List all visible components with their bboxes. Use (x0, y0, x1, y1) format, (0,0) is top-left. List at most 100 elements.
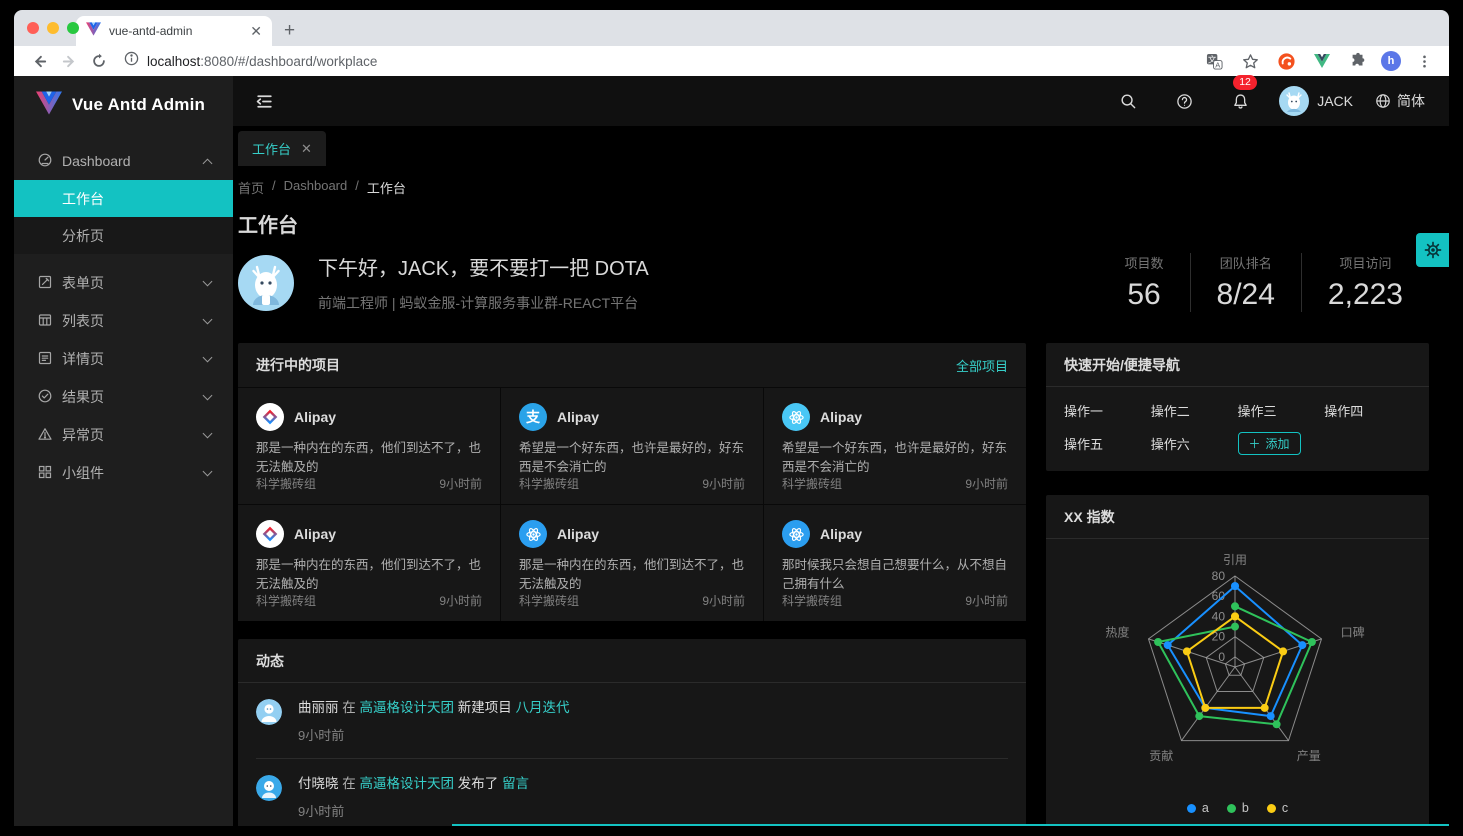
activities-panel: 动态 曲丽丽 在 高逼格设计天团 新建项目 (238, 639, 1026, 826)
block-icon (38, 465, 52, 482)
browser-tab[interactable]: vue-antd-admin ✕ (76, 16, 272, 46)
project-group[interactable]: 科学搬砖组 (256, 475, 316, 492)
forward-icon[interactable] (56, 49, 82, 73)
all-projects-link[interactable]: 全部项目 (956, 356, 1008, 375)
activity-group-link[interactable]: 高逼格设计天团 (360, 700, 455, 715)
user-menu[interactable]: JACK (1279, 86, 1353, 116)
quick-op-3[interactable]: 操作三 (1238, 401, 1325, 420)
sidebar-item-analysis[interactable]: 分析页 (14, 217, 233, 254)
dashboard-submenu: 工作台 分析页 (14, 180, 233, 254)
chevron-down-icon (203, 429, 213, 439)
language-switcher[interactable]: 简体 (1375, 91, 1425, 111)
menu-fold-icon[interactable] (247, 84, 281, 118)
browser-window: vue-antd-admin ✕ + localhost:8080/#/dash… (14, 10, 1449, 826)
sidebar-item-widgets[interactable]: 小组件 (14, 454, 233, 492)
close-window-button[interactable] (27, 22, 39, 34)
project-time: 9小时前 (702, 592, 745, 609)
extension-orange-icon[interactable] (1273, 49, 1299, 73)
legend-item-c[interactable]: c (1267, 801, 1288, 815)
sidebar-item-exception[interactable]: 异常页 (14, 416, 233, 454)
notification-bell-icon[interactable]: 12 (1223, 84, 1257, 118)
activity-user[interactable]: 曲丽丽 (298, 700, 339, 715)
extension-vue-icon[interactable] (1309, 49, 1335, 73)
project-time: 9小时前 (439, 592, 482, 609)
svg-text:贡献: 贡献 (1149, 748, 1173, 763)
project-card[interactable]: Alipay 那是一种内在的东西，他们到达不了，也无法触及的 科学搬砖组9小时前 (238, 505, 500, 621)
add-operation-button[interactable]: ＋添加 (1238, 432, 1301, 455)
user-avatar-large (238, 255, 294, 311)
activity-group-link[interactable]: 高逼格设计天团 (360, 776, 455, 791)
search-icon[interactable] (1111, 84, 1145, 118)
fullscreen-window-button[interactable] (67, 22, 79, 34)
project-card[interactable]: Alipay 那是一种内在的东西，他们到达不了，也无法触及的 科学搬砖组9小时前 (501, 505, 763, 621)
translate-icon[interactable]: 文A (1201, 49, 1227, 73)
activity-user[interactable]: 付晓晓 (298, 776, 339, 791)
plus-icon: ＋ (1249, 435, 1261, 452)
sidebar-item-detail[interactable]: 详情页 (14, 340, 233, 378)
project-card[interactable]: Alipay 那是一种内在的东西，他们到达不了，也无法触及的 科学搬砖组9小时前 (238, 388, 500, 504)
activity-avatar (256, 699, 282, 725)
sidebar-item-result[interactable]: 结果页 (14, 378, 233, 416)
quick-op-1[interactable]: 操作一 (1064, 401, 1151, 420)
project-card[interactable]: Alipay 那时候我只会想自己想要什么，从不想自己拥有什么 科学搬砖组9小时前 (764, 505, 1026, 621)
logo[interactable]: Vue Antd Admin (14, 76, 233, 134)
tab-close-icon[interactable]: ✕ (250, 24, 262, 38)
bookmark-star-icon[interactable] (1237, 49, 1263, 73)
project-group[interactable]: 科学搬砖组 (782, 592, 842, 609)
app-title: Vue Antd Admin (72, 95, 205, 115)
chevron-down-icon (203, 315, 213, 325)
project-group[interactable]: 科学搬砖组 (519, 475, 579, 492)
browser-menu-kebab-icon[interactable] (1411, 49, 1437, 73)
legend-item-a[interactable]: a (1187, 801, 1209, 815)
radar-chart: 020406080引用口碑产量贡献热度 (1046, 539, 1429, 794)
sidebar-item-form[interactable]: 表单页 (14, 264, 233, 302)
url-host: localhost (147, 54, 200, 69)
refresh-icon[interactable] (86, 49, 112, 73)
sidebar-item-dashboard[interactable]: Dashboard (14, 142, 233, 180)
vue-logo-icon (36, 91, 62, 120)
antd-icon (256, 520, 284, 548)
projects-grid: Alipay 那是一种内在的东西，他们到达不了，也无法触及的 科学搬砖组9小时前… (238, 387, 1026, 621)
help-icon[interactable] (1167, 84, 1201, 118)
quick-op-5[interactable]: 操作五 (1064, 434, 1151, 453)
address-bar[interactable]: localhost:8080/#/dashboard/workplace (116, 51, 1197, 71)
project-group[interactable]: 科学搬砖组 (519, 592, 579, 609)
site-info-icon[interactable] (124, 51, 139, 71)
radar-title: XX 指数 (1064, 507, 1115, 527)
minimize-window-button[interactable] (47, 22, 59, 34)
activity-item: 曲丽丽 在 高逼格设计天团 新建项目 八月迭代 9小时前 (256, 683, 1008, 759)
quick-op-2[interactable]: 操作二 (1151, 401, 1238, 420)
sidebar-item-list[interactable]: 列表页 (14, 302, 233, 340)
projects-panel: 进行中的项目 全部项目 Alipay 那是一种内在的东西，他们到达不了，也无法 (238, 343, 1026, 621)
activity-target-link[interactable]: 留言 (502, 776, 529, 791)
sidebar-item-workplace[interactable]: 工作台 (14, 180, 233, 217)
url-path: :8080/#/dashboard/workplace (200, 54, 377, 69)
quick-op-4[interactable]: 操作四 (1324, 401, 1411, 420)
profile-icon (38, 351, 52, 368)
project-time: 9小时前 (965, 475, 1008, 492)
warning-icon (38, 427, 52, 444)
radar-legend: a b c (1046, 801, 1429, 815)
extensions-puzzle-icon[interactable] (1345, 49, 1371, 73)
legend-item-b[interactable]: b (1227, 801, 1249, 815)
stat-projects: 项目数 56 (1099, 253, 1190, 312)
project-group[interactable]: 科学搬砖组 (782, 475, 842, 492)
admin-app: Vue Antd Admin Dashboard 工作台 分析页 表单页 (14, 76, 1449, 826)
project-card[interactable]: 支 Alipay 希望是一个好东西，也许是最好的，好东西是不会消亡的 科学搬砖组… (501, 388, 763, 504)
project-group[interactable]: 科学搬砖组 (256, 592, 316, 609)
browser-profile-avatar[interactable]: h (1381, 51, 1401, 71)
browser-tabstrip: vue-antd-admin ✕ + (14, 10, 1449, 46)
theme-settings-button[interactable] (1416, 233, 1449, 267)
language-label: 简体 (1397, 91, 1425, 111)
project-card[interactable]: Alipay 希望是一个好东西，也许是最好的，好东西是不会消亡的 科学搬砖组9小… (764, 388, 1026, 504)
breadcrumb-dashboard[interactable]: Dashboard (284, 178, 348, 197)
svg-text:40: 40 (1212, 609, 1226, 623)
new-tab-button[interactable]: + (284, 21, 295, 40)
quick-op-6[interactable]: 操作六 (1151, 434, 1238, 453)
activity-target-link[interactable]: 八月迭代 (516, 700, 570, 715)
globe-icon (1375, 93, 1391, 109)
tab-workplace[interactable]: 工作台 ✕ (238, 131, 326, 166)
back-icon[interactable] (26, 49, 52, 73)
breadcrumb-home[interactable]: 首页 (238, 178, 264, 197)
tab-close-icon[interactable]: ✕ (301, 141, 312, 157)
